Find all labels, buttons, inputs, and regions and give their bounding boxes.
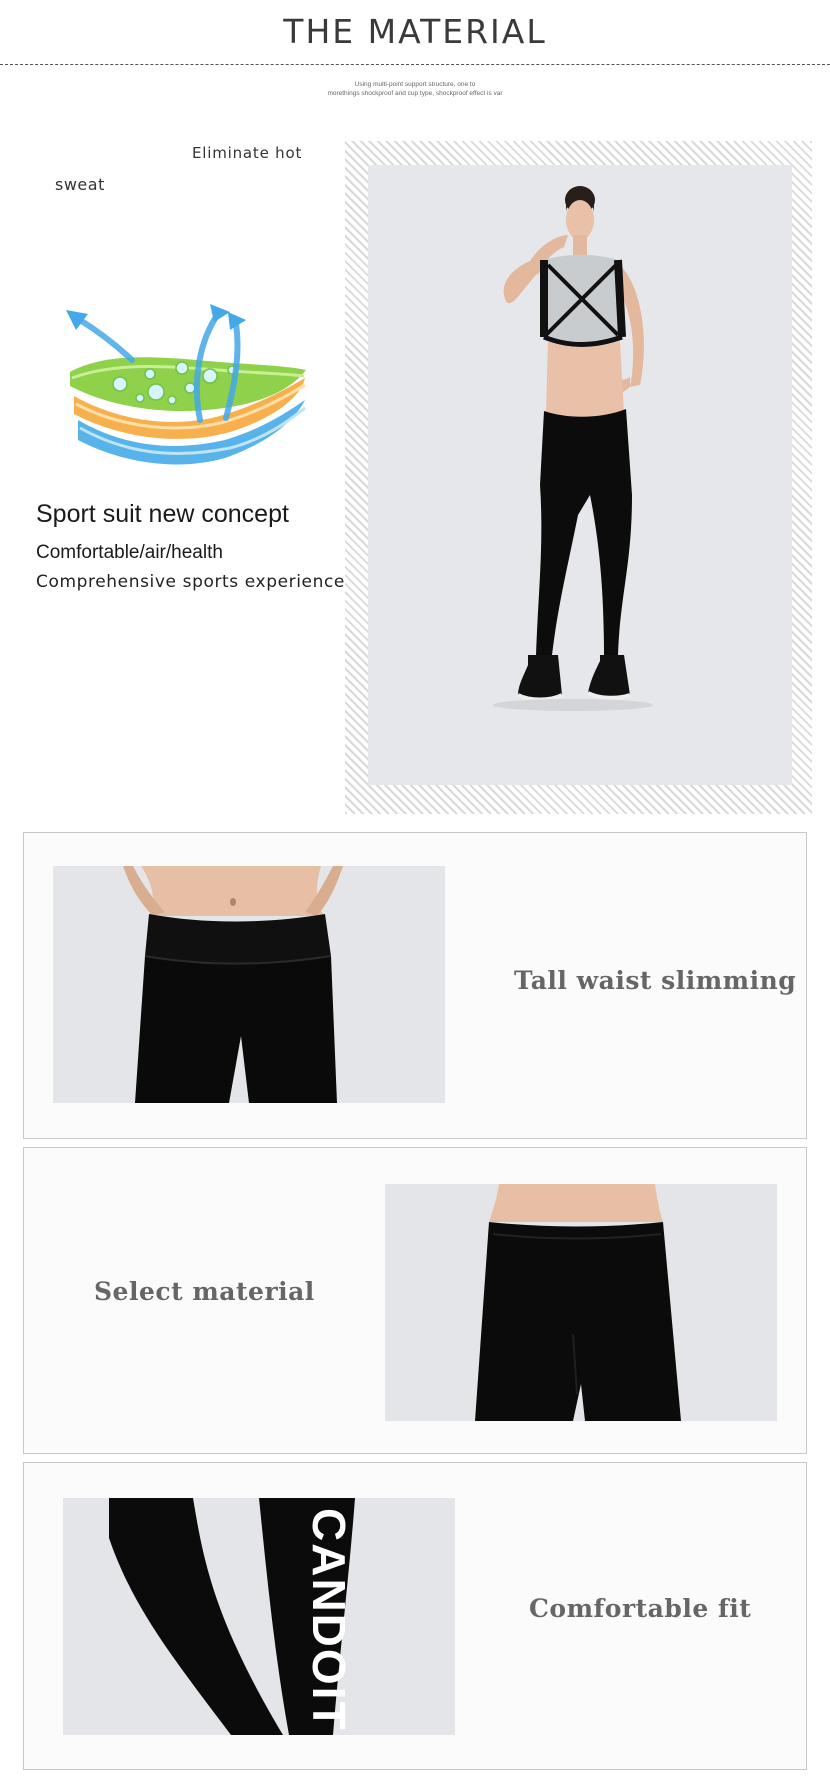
fabric-layers-graphic <box>66 304 306 465</box>
page-title: THE MATERIAL <box>283 12 547 51</box>
header-divider <box>0 64 830 65</box>
feature-card-fit: CANDOIT Comfortable fit <box>23 1462 807 1770</box>
concept-subtitle: Comfortable/air/health <box>36 542 223 563</box>
concept-title: Sport suit new concept <box>36 500 289 528</box>
waist-figure <box>123 866 343 1103</box>
header-subtitle-line2: morethings shockproof and cup type, shoc… <box>327 90 503 97</box>
legs-figure: CANDOIT <box>109 1498 355 1735</box>
concept-description: Comprehensive sports experience <box>36 572 345 592</box>
feature-caption-waist: Tall waist slimming <box>514 966 797 995</box>
feature-card-material: Select material <box>23 1147 807 1454</box>
header-subtitle: Using multi-point support structure, one… <box>0 80 830 98</box>
feature-caption-fit: Comfortable fit <box>529 1594 752 1623</box>
hips-back-figure <box>475 1184 681 1421</box>
model-photo <box>368 165 792 785</box>
feature-card-waist: Tall waist slimming <box>23 832 807 1139</box>
model-figure <box>493 186 653 711</box>
header-subtitle-line1: Using multi-point support structure, one… <box>354 81 476 88</box>
leg-print-text: CANDOIT <box>303 1508 355 1732</box>
fit-photo: CANDOIT <box>63 1498 455 1735</box>
sweat-label: sweat <box>55 175 105 194</box>
feature-caption-material: Select material <box>94 1277 315 1306</box>
material-photo <box>385 1184 777 1421</box>
page-header: THE MATERIAL Using multi-point support s… <box>0 0 830 100</box>
waist-photo <box>53 866 445 1103</box>
eliminate-hot-label: Eliminate hot <box>192 144 303 162</box>
